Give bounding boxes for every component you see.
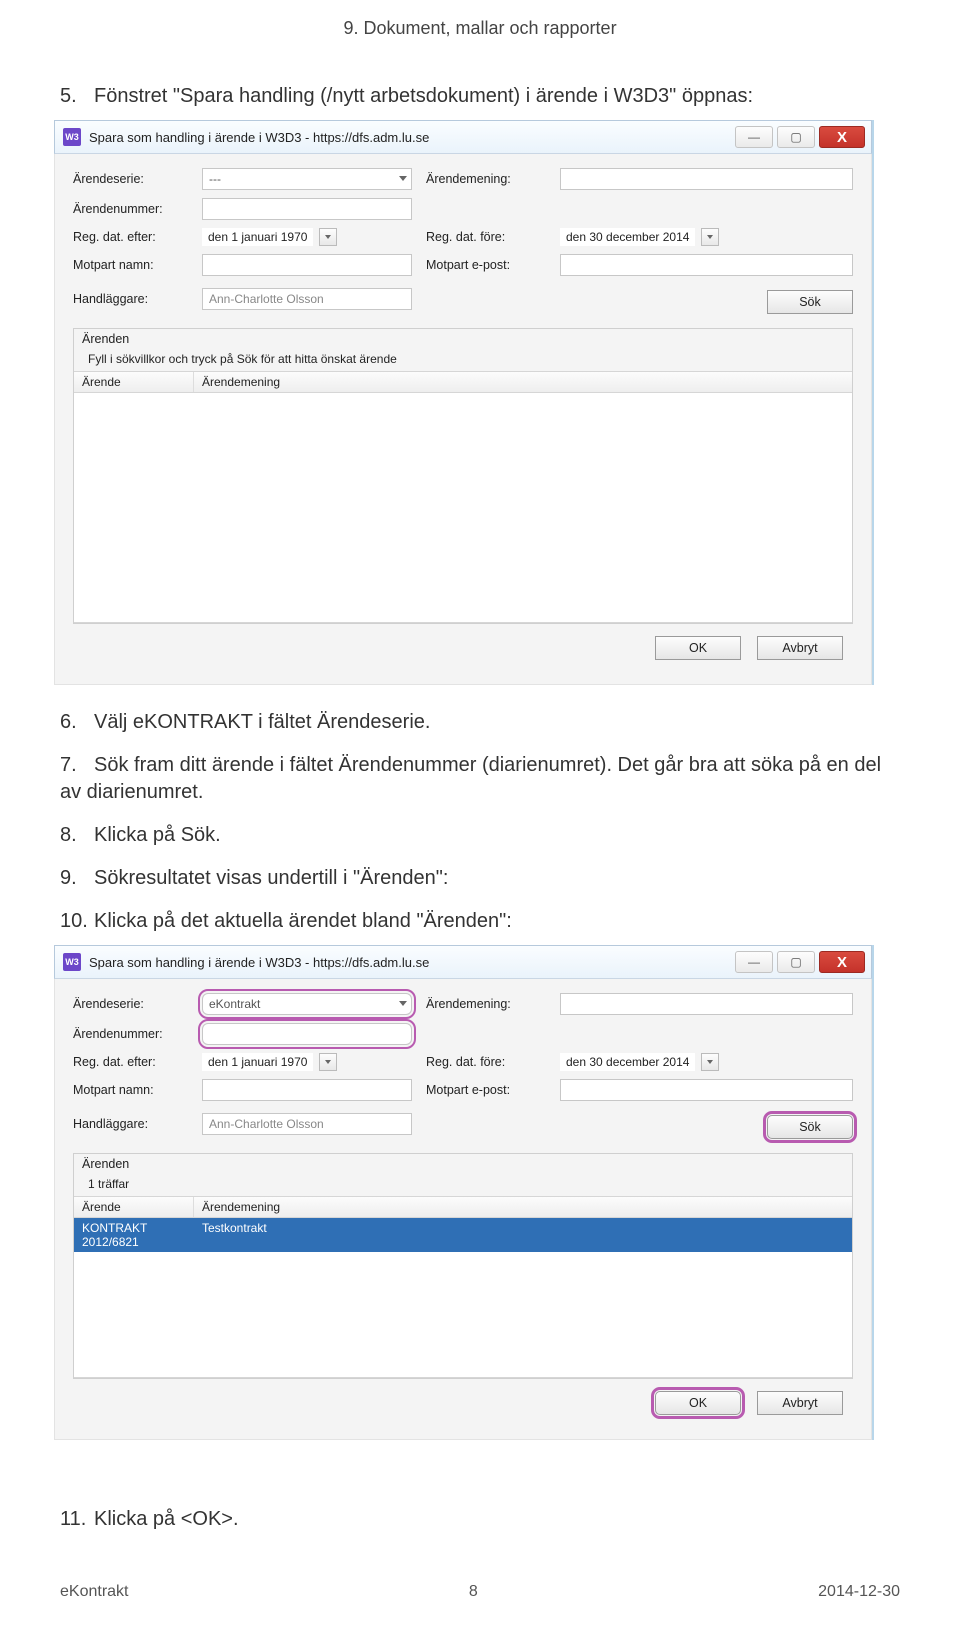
- col-arende: Ärende: [74, 1197, 194, 1217]
- window-title: Spara som handling i ärende i W3D3 - htt…: [89, 130, 727, 145]
- label-arendemening: Ärendemening:: [426, 997, 546, 1011]
- arendenummer-input[interactable]: [202, 1023, 412, 1045]
- motpart-namn-input[interactable]: [202, 254, 412, 276]
- window-title: Spara som handling i ärende i W3D3 - htt…: [89, 955, 727, 970]
- step-6: 6.Välj eKONTRAKT i fältet Ärendeserie.: [60, 709, 900, 736]
- label-reg-efter: Reg. dat. efter:: [73, 1055, 188, 1069]
- footer-date: 2014-12-30: [818, 1583, 900, 1601]
- cell-arendemening: Testkontrakt: [194, 1218, 852, 1252]
- list-header: Ärende Ärendemening: [74, 1196, 852, 1218]
- label-motpart-namn: Motpart namn:: [73, 1083, 188, 1097]
- list-body[interactable]: KONTRAKT 2012/6821 Testkontrakt: [74, 1218, 852, 1378]
- cancel-button[interactable]: Avbryt: [757, 636, 843, 660]
- col-arende: Ärende: [74, 372, 194, 392]
- cell-arende: KONTRAKT 2012/6821: [74, 1218, 194, 1252]
- step-8: 8.Klicka på Sök.: [60, 822, 900, 849]
- cancel-button[interactable]: Avbryt: [757, 1391, 843, 1415]
- minimize-button[interactable]: —: [735, 126, 773, 148]
- app-icon: W3: [63, 128, 81, 146]
- screenshot-dialog-1: W3 Spara som handling i ärende i W3D3 - …: [54, 120, 874, 685]
- motpart-namn-input[interactable]: [202, 1079, 412, 1101]
- window-controls: — ▢ X: [735, 126, 865, 148]
- label-reg-fore: Reg. dat. före:: [426, 1055, 546, 1069]
- search-button[interactable]: Sök: [767, 1115, 853, 1139]
- maximize-button[interactable]: ▢: [777, 126, 815, 148]
- screenshot-dialog-2: W3 Spara som handling i ärende i W3D3 - …: [54, 945, 874, 1440]
- calendar-icon[interactable]: [319, 228, 337, 246]
- label-arendeserie: Ärendeserie:: [73, 172, 188, 186]
- col-arendemening: Ärendemening: [194, 1197, 852, 1217]
- label-motpart-epost: Motpart e-post:: [426, 1083, 546, 1097]
- arenden-title: Ärenden: [74, 1154, 852, 1174]
- ok-button[interactable]: OK: [655, 1391, 741, 1415]
- step-10: 10.Klicka på det aktuella ärendet bland …: [60, 908, 900, 935]
- label-motpart-namn: Motpart namn:: [73, 258, 188, 272]
- arenden-hint: Fyll i sökvillkor och tryck på Sök för a…: [74, 349, 852, 371]
- label-motpart-epost: Motpart e-post:: [426, 258, 546, 272]
- reg-fore-date[interactable]: den 30 december 2014: [560, 1053, 853, 1071]
- calendar-icon[interactable]: [701, 1053, 719, 1071]
- window-titlebar: W3 Spara som handling i ärende i W3D3 - …: [54, 120, 872, 154]
- arendemening-input[interactable]: [560, 168, 853, 190]
- label-arendeserie: Ärendeserie:: [73, 997, 188, 1011]
- footer-left: eKontrakt: [60, 1583, 128, 1601]
- window-controls: — ▢ X: [735, 951, 865, 973]
- window-titlebar: W3 Spara som handling i ärende i W3D3 - …: [54, 945, 872, 979]
- app-icon: W3: [63, 953, 81, 971]
- label-arendemening: Ärendemening:: [426, 172, 546, 186]
- calendar-icon[interactable]: [319, 1053, 337, 1071]
- step-11: 11.Klicka på <OK>.: [60, 1506, 900, 1533]
- arenden-group: Ärenden 1 träffar Ärende Ärendemening KO…: [73, 1153, 853, 1379]
- motpart-epost-input[interactable]: [560, 1079, 853, 1101]
- handlaggare-input[interactable]: Ann-Charlotte Olsson: [202, 288, 412, 310]
- arenden-count: 1 träffar: [74, 1174, 852, 1196]
- step-7: 7.Sök fram ditt ärende i fältet Ärendenu…: [60, 752, 900, 806]
- reg-efter-date[interactable]: den 1 januari 1970: [202, 228, 412, 246]
- arenden-group: Ärenden Fyll i sökvillkor och tryck på S…: [73, 328, 853, 624]
- arendeserie-combo[interactable]: ---: [202, 168, 412, 190]
- ok-button[interactable]: OK: [655, 636, 741, 660]
- calendar-icon[interactable]: [701, 228, 719, 246]
- label-arendenummer: Ärendenummer:: [73, 1027, 188, 1041]
- reg-efter-date[interactable]: den 1 januari 1970: [202, 1053, 412, 1071]
- reg-fore-date[interactable]: den 30 december 2014: [560, 228, 853, 246]
- label-handlaggare: Handläggare:: [73, 292, 188, 306]
- minimize-button[interactable]: —: [735, 951, 773, 973]
- arenden-title: Ärenden: [74, 329, 852, 349]
- footer-page: 8: [469, 1583, 478, 1601]
- label-arendenummer: Ärendenummer:: [73, 202, 188, 216]
- col-arendemening: Ärendemening: [194, 372, 852, 392]
- search-button[interactable]: Sök: [767, 290, 853, 314]
- list-row-selected[interactable]: KONTRAKT 2012/6821 Testkontrakt: [74, 1218, 852, 1252]
- list-body[interactable]: [74, 393, 852, 623]
- page-footer: eKontrakt 8 2014-12-30: [60, 1543, 900, 1601]
- label-handlaggare: Handläggare:: [73, 1117, 188, 1131]
- page-header: 9. Dokument, mallar och rapporter: [60, 0, 900, 67]
- label-reg-efter: Reg. dat. efter:: [73, 230, 188, 244]
- close-button[interactable]: X: [819, 126, 865, 148]
- label-reg-fore: Reg. dat. före:: [426, 230, 546, 244]
- close-button[interactable]: X: [819, 951, 865, 973]
- arendeserie-combo[interactable]: eKontrakt: [202, 993, 412, 1015]
- list-header: Ärende Ärendemening: [74, 371, 852, 393]
- step-5: 5.Fönstret "Spara handling (/nytt arbets…: [60, 83, 900, 110]
- step-9: 9.Sökresultatet visas undertill i "Ärend…: [60, 865, 900, 892]
- arendemening-input[interactable]: [560, 993, 853, 1015]
- motpart-epost-input[interactable]: [560, 254, 853, 276]
- arendenummer-input[interactable]: [202, 198, 412, 220]
- handlaggare-input[interactable]: Ann-Charlotte Olsson: [202, 1113, 412, 1135]
- maximize-button[interactable]: ▢: [777, 951, 815, 973]
